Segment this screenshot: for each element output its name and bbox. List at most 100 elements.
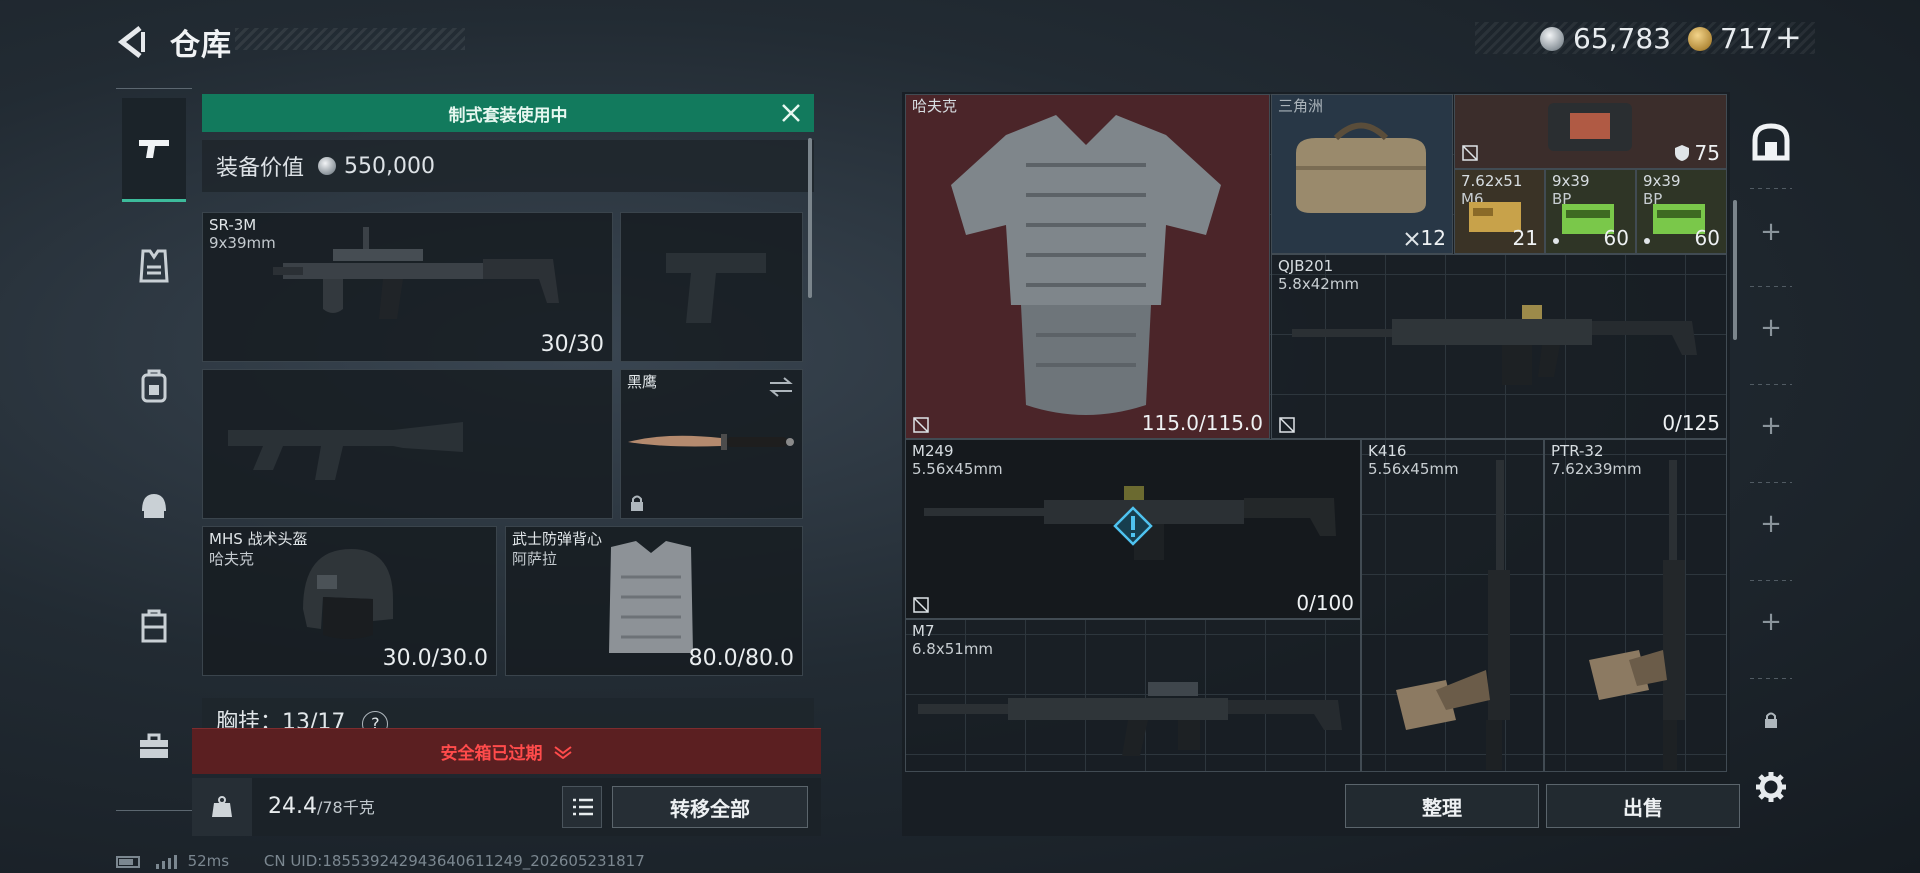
back-arrow-icon[interactable] (116, 24, 152, 60)
ammo-count: 60 (1603, 226, 1629, 250)
equipment-value-row: 装备价值 550,000 (202, 140, 814, 192)
ammo-name: 9x39 (1552, 172, 1590, 190)
rifle-image (273, 227, 559, 319)
carry-weight: 24.4/78千克 (268, 794, 375, 819)
storage-ptr32-item[interactable]: PTR-32 7.62x39mm (1544, 439, 1727, 772)
add-currency-button[interactable]: + (1775, 18, 1802, 56)
weapon-ammo: 0/100 (1296, 591, 1354, 615)
shield-icon (1675, 145, 1689, 161)
nav-helmet[interactable] (122, 454, 186, 558)
helmet-slot[interactable]: MHS 战术头盔 哈夫克 30.0/30.0 (202, 526, 497, 676)
battery-icon (116, 855, 140, 868)
nav-armor[interactable] (122, 214, 186, 318)
list-view-button[interactable] (562, 786, 602, 828)
weight-current: 24.4 (268, 794, 317, 819)
storage-bag-item[interactable]: 三角洲 12 (1271, 94, 1453, 254)
ping: 52ms (187, 852, 230, 870)
rifle-image (1396, 460, 1510, 770)
add-storage-tab[interactable]: + (1742, 494, 1800, 554)
silver-coin-icon (1540, 27, 1564, 51)
armor-image (951, 115, 1221, 415)
grid-size-icon (1405, 232, 1419, 246)
backpack-icon (141, 369, 167, 403)
weapon-ammo: 0/125 (1662, 411, 1720, 435)
signal-icon (155, 854, 177, 869)
gear-icon (1756, 772, 1786, 802)
ammo-count: 21 (1512, 226, 1538, 250)
nav-backpack[interactable] (122, 334, 186, 438)
storage-scrollbar[interactable] (1733, 200, 1737, 340)
pistol-slot[interactable] (620, 212, 803, 362)
title-decoration (235, 28, 465, 50)
gold-coin-icon (1688, 27, 1712, 51)
helmet-icon (142, 494, 166, 518)
chevron-down-icon (553, 745, 572, 759)
vest-durability: 80.0/80.0 (688, 646, 794, 671)
dot-icon (1644, 238, 1650, 244)
locked-storage-tab[interactable] (1742, 690, 1800, 750)
storage-qjb201-item[interactable]: QJB201 5.8x42mm 0/125 (1271, 254, 1727, 439)
swap-icon[interactable] (768, 376, 794, 398)
category-nav (116, 88, 192, 818)
weapon-caliber: 5.56x45mm (912, 460, 1003, 478)
pistol-silhouette-icon (666, 253, 766, 323)
weapon-caliber: 9x39mm (209, 234, 276, 252)
equipment-value: 550,000 (344, 153, 435, 179)
toolbox-icon (140, 733, 168, 758)
weapon-ammo: 30/30 (540, 332, 604, 357)
weight-icon (212, 796, 232, 817)
close-icon[interactable] (780, 102, 802, 124)
vest-brand: 阿萨拉 (512, 550, 558, 568)
add-storage-tab[interactable]: + (1742, 396, 1800, 456)
bag-count: 12 (1420, 226, 1446, 250)
helmet-image (303, 549, 393, 639)
nav-chest-rig[interactable] (122, 574, 186, 678)
pistol-icon (139, 139, 169, 158)
ammo-name: 9x39 (1643, 172, 1681, 190)
no-insure-icon (1462, 145, 1478, 161)
dot-icon (1553, 238, 1559, 244)
weapon-name: M7 (912, 622, 935, 640)
warehouse-icon (1752, 123, 1790, 161)
add-storage-tab[interactable]: + (1742, 202, 1800, 262)
storage-home-tab[interactable] (1742, 112, 1800, 172)
storage-ammo-item[interactable]: 9x39 BP 60 (1636, 169, 1727, 254)
safe-box-expired-text: 安全箱已过期 (440, 744, 543, 764)
storage-m7-item[interactable]: M7 6.8x51mm (905, 619, 1361, 772)
no-insure-icon (1279, 417, 1295, 433)
safe-box-expired-bar[interactable]: 安全箱已过期 (192, 728, 821, 774)
footer-info: 52ms CN UID:185539242943640611249_202605… (116, 852, 645, 870)
left-scrollbar[interactable] (808, 138, 812, 298)
rifle-image (1589, 460, 1685, 770)
storage-ammo-item[interactable]: 7.62x51 M6 21 (1454, 169, 1545, 254)
nav-toolbox[interactable] (122, 694, 186, 798)
duffel-bag-image (1296, 122, 1426, 213)
equipment-value-label: 装备价值 (216, 156, 305, 181)
warning-icon (1113, 506, 1153, 546)
vest-name: 武士防弹背心 (512, 530, 603, 548)
storage-armor-item[interactable]: 哈夫克 115.0/115.0 (905, 94, 1270, 439)
secondary-weapon-slot[interactable] (202, 369, 613, 519)
rifle-image (918, 682, 1342, 756)
storage-ammo-item[interactable]: 9x39 BP 60 (1545, 169, 1636, 254)
no-insure-icon (913, 417, 929, 433)
page-title: 仓库 (170, 28, 232, 63)
settings-button[interactable] (1742, 762, 1800, 812)
storage-case-item[interactable]: 75 (1454, 94, 1727, 169)
lock-icon (631, 495, 643, 511)
add-storage-tab[interactable]: + (1742, 298, 1800, 358)
transfer-all-button[interactable]: 转移全部 (612, 786, 808, 828)
loadout-banner: 制式套装使用中 (202, 94, 814, 132)
melee-name: 黑鹰 (627, 373, 658, 391)
sort-button[interactable]: 整理 (1345, 784, 1539, 828)
sell-button[interactable]: 出售 (1546, 784, 1740, 828)
storage-m249-item[interactable]: M249 5.56x45mm 0/100 (905, 439, 1361, 619)
nav-weapon[interactable] (122, 98, 186, 202)
primary-weapon-slot[interactable]: SR-3M 9x39mm 30/30 (202, 212, 613, 362)
melee-slot[interactable]: 黑鹰 (620, 369, 803, 519)
storage-k416-item[interactable]: K416 5.56x45mm (1361, 439, 1544, 772)
add-storage-tab[interactable]: + (1742, 592, 1800, 652)
ammo-count: 60 (1694, 226, 1720, 250)
weapon-caliber: 6.8x51mm (912, 640, 994, 658)
vest-slot[interactable]: 武士防弹背心 阿萨拉 80.0/80.0 (505, 526, 803, 676)
